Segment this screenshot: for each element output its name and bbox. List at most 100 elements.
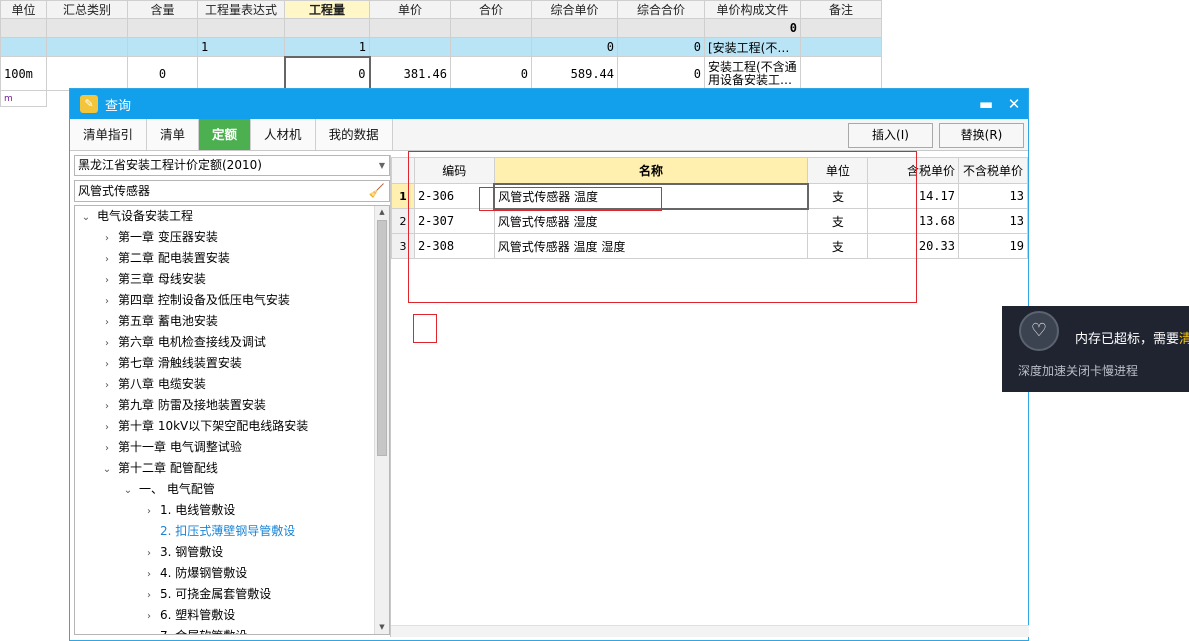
- col-header[interactable]: 备注: [800, 0, 882, 19]
- tree-node[interactable]: › 第三章 母线安装: [75, 269, 389, 290]
- tree-node[interactable]: › 4. 防爆钢管敷设: [75, 563, 389, 584]
- row-number[interactable]: 3: [391, 233, 415, 259]
- table-row[interactable]: 0: [0, 18, 882, 38]
- col-header[interactable]: 含量: [127, 0, 198, 19]
- tree-node[interactable]: › 第一章 变压器安装: [75, 227, 389, 248]
- tree-node[interactable]: › 3. 钢管敷设: [75, 542, 389, 563]
- collapse-icon[interactable]: ⌄: [121, 480, 135, 501]
- tree-node[interactable]: › 第十章 10kV以下架空配电线路安装: [75, 416, 389, 437]
- notax-price-cell[interactable]: 19: [957, 233, 1029, 259]
- qty-cell[interactable]: 0: [283, 55, 371, 92]
- table-row[interactable]: 1 1 0 0 [安装工程(不…: [0, 37, 882, 57]
- unit-cell[interactable]: 100m: [0, 56, 47, 91]
- qty-cell[interactable]: 1: [284, 37, 370, 57]
- col-header-code[interactable]: 编码: [413, 157, 495, 184]
- code-cell[interactable]: 2-307: [413, 208, 495, 234]
- tax-price-cell[interactable]: 13.68: [867, 208, 959, 234]
- expand-icon[interactable]: ›: [100, 249, 114, 270]
- col-header[interactable]: 综合单价: [531, 0, 618, 19]
- col-header[interactable]: 单价: [369, 0, 451, 19]
- notax-price-cell[interactable]: 13: [957, 208, 1029, 234]
- expand-icon[interactable]: ›: [142, 564, 156, 585]
- col-header[interactable]: 单价构成文件: [704, 0, 801, 19]
- col-header[interactable]: 工程量表达式: [197, 0, 285, 19]
- expand-icon[interactable]: ›: [100, 396, 114, 417]
- col-header[interactable]: 综合合价: [617, 0, 705, 19]
- toast-subtext[interactable]: 深度加速关闭卡慢进程: [1018, 362, 1138, 379]
- close-icon[interactable]: ✕: [1000, 95, 1028, 113]
- col-header[interactable]: 单位: [0, 0, 47, 19]
- col-header-unit[interactable]: 单位: [807, 157, 869, 184]
- expand-icon[interactable]: ›: [142, 585, 156, 606]
- tree-node[interactable]: ⌄ 电气设备安装工程: [75, 206, 389, 227]
- code-cell[interactable]: 2-308: [413, 233, 495, 259]
- file-cell[interactable]: [安装工程(不…: [704, 37, 801, 57]
- expand-icon[interactable]: ›: [100, 417, 114, 438]
- expand-icon[interactable]: ›: [100, 291, 114, 312]
- tree-node[interactable]: 2. 扣压式薄壁钢导管敷设: [75, 521, 389, 542]
- search-input[interactable]: 风管式传感器 🧹: [74, 180, 390, 202]
- expand-icon[interactable]: ›: [100, 375, 114, 396]
- tree-node[interactable]: ⌄ 一、 电气配管: [75, 479, 389, 500]
- scrollbar-thumb[interactable]: [377, 220, 387, 456]
- tree-node[interactable]: › 第八章 电缆安装: [75, 374, 389, 395]
- notax-price-cell[interactable]: 13: [957, 183, 1029, 209]
- name-cell[interactable]: 风管式传感器 温度 湿度: [493, 233, 809, 259]
- tree-node[interactable]: › 7. 金属软管敷设: [75, 626, 389, 634]
- unit-cell[interactable]: 支: [807, 183, 869, 209]
- collapse-icon[interactable]: ⌄: [100, 459, 114, 480]
- expand-icon[interactable]: ›: [100, 354, 114, 375]
- expand-icon[interactable]: ›: [142, 606, 156, 627]
- tree-node[interactable]: › 第四章 控制设备及低压电气安装: [75, 290, 389, 311]
- tree-node[interactable]: › 第五章 蓄电池安装: [75, 311, 389, 332]
- tree-node[interactable]: › 6. 塑料管敷设: [75, 605, 389, 626]
- col-header-tax-price[interactable]: 含税单价: [867, 157, 959, 184]
- tree-node[interactable]: › 5. 可挠金属套管敷设: [75, 584, 389, 605]
- tree-node[interactable]: › 1. 电线管敷设: [75, 500, 389, 521]
- tab-my-data[interactable]: 我的数据: [315, 119, 393, 150]
- expr-cell[interactable]: 1: [197, 37, 285, 57]
- chevron-down-icon[interactable]: ▼: [379, 156, 385, 175]
- tax-price-cell[interactable]: 20.33: [867, 233, 959, 259]
- tree-scrollbar[interactable]: ▲ ▼: [374, 206, 389, 634]
- tree-node[interactable]: › 第七章 滑触线装置安装: [75, 353, 389, 374]
- memory-toast[interactable]: ♡ 内存已超标，需要清 深度加速关闭卡慢进程: [1002, 306, 1189, 392]
- tree-node[interactable]: ⌄ 第十二章 配管配线: [75, 458, 389, 479]
- expand-icon[interactable]: ›: [100, 312, 114, 333]
- unit-cell[interactable]: m: [0, 90, 47, 107]
- table-row[interactable]: 3 2-308 风管式传感器 温度 湿度支 20.33 19: [391, 233, 1029, 259]
- row-number[interactable]: 2: [391, 208, 415, 234]
- clear-brush-icon[interactable]: 🧹: [369, 182, 385, 202]
- unit-cell[interactable]: 支: [807, 233, 869, 259]
- tab-material[interactable]: 人材机: [251, 119, 316, 150]
- expand-icon[interactable]: ›: [142, 501, 156, 522]
- table-row[interactable]: 100m 0 0 381.46 0 589.44 0 安装工程(不含通 用设备安装…: [0, 55, 882, 92]
- tab-list[interactable]: 清单: [147, 119, 200, 150]
- dialog-titlebar[interactable]: ✎ 查询 ▬ ✕: [70, 89, 1028, 119]
- expand-icon[interactable]: ›: [100, 270, 114, 291]
- col-header[interactable]: 合价: [450, 0, 532, 19]
- col-header-notax-price[interactable]: 不含税单价: [957, 157, 1029, 184]
- name-cell[interactable]: 风管式传感器 温度: [493, 182, 809, 210]
- expand-icon[interactable]: ›: [100, 438, 114, 459]
- table-row[interactable]: 2 2-307 风管式传感器 湿度支 13.68 13: [391, 208, 1029, 234]
- tree-node[interactable]: › 第六章 电机检查接线及调试: [75, 332, 389, 353]
- file-cell[interactable]: 安装工程(不含通 用设备安装工…: [704, 56, 801, 91]
- tree-node[interactable]: › 第九章 防雷及接地装置安装: [75, 395, 389, 416]
- row-number[interactable]: 1: [391, 183, 415, 209]
- maximize-icon[interactable]: ▬: [972, 95, 1000, 113]
- tab-list-guide[interactable]: 清单指引: [70, 119, 148, 150]
- code-cell[interactable]: 2-306: [413, 183, 495, 209]
- tax-price-cell[interactable]: 14.17: [867, 183, 959, 209]
- expand-icon[interactable]: ›: [100, 228, 114, 249]
- col-header[interactable]: 汇总类别: [46, 0, 128, 19]
- tree-node[interactable]: › 第二章 配电装置安装: [75, 248, 389, 269]
- collapse-icon[interactable]: ⌄: [79, 207, 93, 228]
- name-cell[interactable]: 风管式传感器 湿度: [493, 208, 809, 234]
- col-header-name[interactable]: 名称: [493, 157, 809, 184]
- expand-icon[interactable]: ›: [100, 333, 114, 354]
- grid-horizontal-scrollbar[interactable]: [391, 625, 1029, 637]
- insert-button[interactable]: 插入(I): [848, 123, 933, 148]
- col-header[interactable]: 工程量: [284, 0, 370, 19]
- replace-button[interactable]: 替换(R): [939, 123, 1024, 148]
